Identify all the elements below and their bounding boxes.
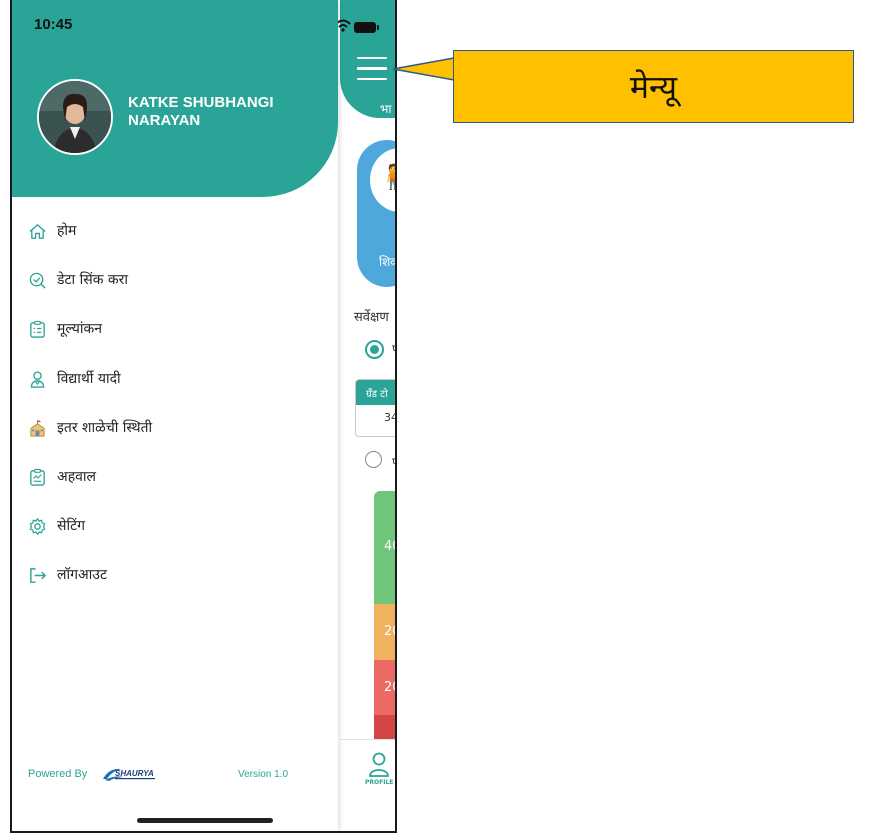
menu-label: सेटिंग [57,518,86,535]
card-label: शिक [379,255,395,269]
table-header: ग्रँड टो [356,380,395,405]
phone-screen: भा 🧍 4 शिक सर्वेक्षण प ग्रँड टो 34 प 40 … [10,0,397,833]
home-icon [29,224,46,239]
chart-bar-darkred [374,715,395,739]
menu-item-logout[interactable]: लॉगआउट [28,557,328,606]
data-sync-icon [29,272,46,289]
student-icon [30,370,45,388]
menu-label: अहवाल [57,468,97,485]
menu-label: होम [57,223,77,239]
menu-label: मूल्यांकन [57,321,103,338]
drawer-menu: होम डेटा सिंक करा मूल्यांकन विद्यार्थी य… [28,213,328,607]
status-time: 10:45 [34,16,73,33]
survey-radio-selected[interactable] [365,340,384,359]
navigation-drawer: 10:45 KATKE SHUBHANGI NARAYAN होम डेटा स… [12,0,338,831]
callout-pointer [392,57,455,81]
menu-callout-box: मेन्यू [453,50,854,123]
menu-label: इतर शाळेची स्थिती [57,419,153,436]
callout-text: मेन्यू [629,68,678,106]
drawer-footer: Powered By SHAURYA Version 1.0 [28,766,328,786]
profile-nav-label: PROFILE [365,779,394,786]
shaurya-logo: SHAURYA [103,768,155,781]
powered-by-text: Powered By [28,768,88,780]
gear-icon [29,518,46,536]
survey-radio-unselected[interactable] [365,451,382,468]
survey-radio-2-label: प [392,453,395,470]
dashboard-header-text: भा [380,102,392,116]
hamburger-menu-icon[interactable] [357,57,387,83]
menu-item-student-list[interactable]: विद्यार्थी यादी [28,361,328,410]
menu-item-report[interactable]: अहवाल [28,459,328,508]
menu-item-other-school-status[interactable]: इतर शाळेची स्थिती [28,410,328,459]
teacher-icon: 🧍 [378,163,395,191]
svg-text:SHAURYA: SHAURYA [115,769,154,778]
menu-label: डेटा सिंक करा [57,272,129,289]
version-text: Version 1.0 [238,769,289,780]
logout-icon [30,568,47,584]
user-name: KATKE SHUBHANGI NARAYAN [128,94,274,129]
home-indicator [137,818,273,823]
avatar[interactable] [37,79,113,155]
chart-bar-green: 40 [374,491,395,604]
chart-bar-orange: 20 [374,604,395,660]
report-icon [30,468,45,486]
survey-radio-1-label: प [392,340,395,357]
menu-item-home[interactable]: होम [28,213,328,262]
table-cell: 34 [384,411,397,424]
school-icon [30,419,45,437]
survey-label: सर्वेक्षण [354,310,389,325]
menu-item-settings[interactable]: सेटिंग [28,508,328,557]
grand-total-table: ग्रँड टो 34 [355,379,397,437]
menu-item-assessment[interactable]: मूल्यांकन [28,311,328,360]
menu-label: विद्यार्थी यादी [57,370,121,387]
chart-bar-red: 20 [374,660,395,715]
menu-label: लॉगआउट [57,567,108,584]
assessment-icon [30,321,45,339]
menu-item-data-sync[interactable]: डेटा सिंक करा [28,262,328,311]
